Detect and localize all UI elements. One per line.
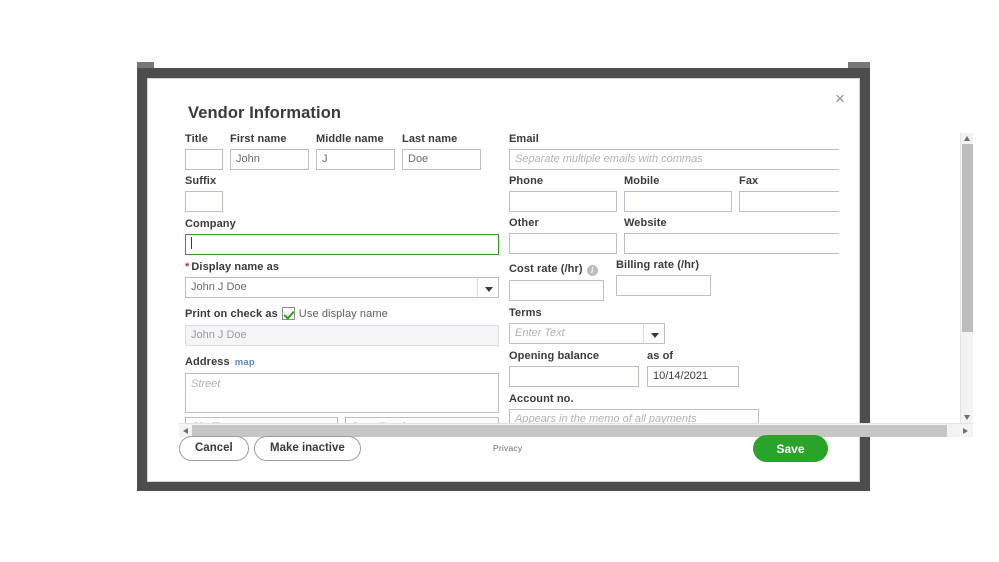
dialog-title: Vendor Information [188, 104, 342, 122]
display-name-label: Display name as [185, 261, 505, 274]
opening-balance-input[interactable] [509, 366, 639, 387]
form-scroll-viewport: Title First name John Middle name J Last… [179, 133, 839, 423]
close-icon[interactable]: × [831, 90, 849, 108]
billing-rate-label: Billing rate (/hr) [616, 259, 700, 271]
middle-name-label: Middle name [316, 133, 384, 145]
other-input[interactable] [509, 233, 617, 254]
mobile-input[interactable] [624, 191, 732, 212]
address-label: Address [185, 356, 230, 368]
first-name-label: First name [230, 133, 287, 145]
terms-label: Terms [509, 307, 542, 319]
scroll-right-arrow-icon[interactable] [960, 424, 973, 438]
info-icon[interactable]: i [586, 265, 598, 276]
other-label: Other [509, 217, 539, 229]
use-display-name-label: Use display name [298, 308, 388, 320]
first-name-input[interactable]: John [230, 149, 309, 170]
print-on-check-input[interactable]: John J Doe [185, 325, 499, 346]
middle-name-input[interactable]: J [316, 149, 395, 170]
save-button[interactable]: Save [753, 435, 828, 462]
company-input[interactable] [185, 234, 499, 255]
company-label: Company [185, 218, 236, 230]
last-name-label: Last name [402, 133, 458, 145]
title-input[interactable] [185, 149, 223, 170]
display-name-select[interactable]: John J Doe [185, 277, 499, 298]
use-display-name-checkbox[interactable] [281, 307, 295, 320]
billing-rate-input[interactable] [616, 275, 711, 296]
scroll-down-arrow-icon[interactable] [961, 412, 974, 423]
dialog-footer: Cancel Make inactive Privacy Save [148, 420, 859, 481]
vertical-scrollbar[interactable] [960, 133, 973, 423]
chevron-down-icon[interactable] [643, 323, 665, 344]
terms-select[interactable]: Enter Text [509, 323, 665, 344]
make-inactive-button[interactable]: Make inactive [254, 436, 361, 461]
cost-rate-input[interactable] [509, 280, 604, 301]
suffix-input[interactable] [185, 191, 223, 212]
map-link[interactable]: map [235, 357, 255, 368]
vendor-information-dialog-frame: × Vendor Information Title First name Jo… [137, 68, 973, 491]
account-no-label: Account no. [509, 393, 574, 405]
scroll-up-arrow-icon[interactable] [961, 133, 974, 144]
fax-input[interactable] [739, 191, 839, 212]
vertical-scrollbar-thumb[interactable] [962, 144, 973, 332]
form-right-column: Email Separate multiple emails with comm… [509, 133, 839, 423]
fax-label: Fax [739, 175, 759, 187]
suffix-label: Suffix [185, 175, 217, 187]
form-left-column: Title First name John Middle name J Last… [185, 133, 505, 423]
privacy-link[interactable]: Privacy [493, 443, 522, 453]
text-cursor [191, 237, 192, 249]
cost-rate-label: Cost rate (/hr) [509, 263, 583, 275]
form-content: Title First name John Middle name J Last… [179, 133, 839, 423]
mobile-label: Mobile [624, 175, 660, 187]
website-label: Website [624, 217, 667, 229]
cancel-button[interactable]: Cancel [179, 436, 249, 461]
email-input[interactable]: Separate multiple emails with commas [509, 149, 839, 170]
street-input[interactable]: Street [185, 373, 499, 413]
phone-input[interactable] [509, 191, 617, 212]
chevron-down-icon[interactable] [477, 277, 499, 298]
as-of-date-input[interactable]: 10/14/2021 [647, 366, 739, 387]
opening-balance-label: Opening balance [509, 350, 600, 362]
phone-label: Phone [509, 175, 544, 187]
title-label: Title [185, 133, 208, 145]
as-of-label: as of [647, 350, 674, 362]
print-on-check-label: Print on check as [185, 308, 278, 320]
last-name-input[interactable]: Doe [402, 149, 481, 170]
email-label: Email [509, 133, 539, 145]
website-input[interactable] [624, 233, 839, 254]
vendor-information-dialog: × Vendor Information Title First name Jo… [147, 78, 973, 482]
